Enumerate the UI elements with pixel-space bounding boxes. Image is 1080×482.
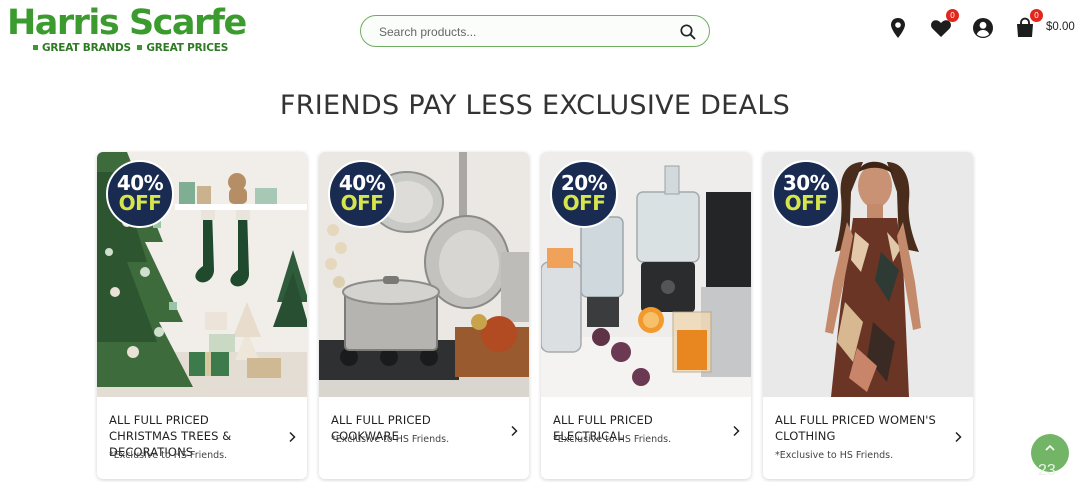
tagline-part-2: GREAT PRICES — [146, 42, 229, 54]
deal-title[interactable]: ALL FULL PRICED WOMEN'S CLOTHING — [775, 412, 945, 444]
search-bar — [360, 15, 710, 47]
chevron-up-icon — [1045, 444, 1055, 451]
tagline-bullet-icon — [137, 45, 143, 50]
deal-card-body: ALL FULL PRICED WOMEN'S CLOTHING *Exclus… — [763, 397, 973, 479]
discount-off-label: OFF — [118, 191, 162, 215]
chevron-right-icon[interactable] — [953, 430, 963, 443]
deal-note: *Exclusive to HS Friends. — [331, 434, 450, 445]
deal-card-womens-clothing[interactable]: 30% OFF ALL FULL PRICED WOMEN'S CLOTHING… — [763, 152, 973, 479]
page-title: FRIENDS PAY LESS EXCLUSIVE DEALS — [279, 90, 791, 121]
tagline-bullet-icon — [33, 45, 38, 50]
discount-badge: 40% OFF — [328, 160, 396, 228]
deal-card-body: ALL FULL PRICED CHRISTMAS TREES & DECORA… — [97, 397, 307, 479]
electrical-appliances-image: 20% OFF — [541, 152, 751, 397]
discount-off-label: OFF — [340, 191, 384, 215]
tagline-part-1: GREAT BRANDS — [42, 42, 131, 54]
wishlist-heart-icon[interactable]: 0 — [929, 9, 959, 40]
cookware-image: 40% OFF — [319, 152, 529, 397]
search-icon[interactable] — [679, 23, 697, 41]
deal-card-christmas[interactable]: 40% OFF ALL FULL PRICED CHRISTMAS TREES … — [97, 152, 307, 479]
search-input[interactable] — [379, 22, 669, 42]
deal-note: *Exclusive to HS Friends. — [775, 450, 894, 461]
womens-clothing-model-image: 30% OFF — [763, 152, 973, 397]
cart-total[interactable]: $0.00 — [1046, 21, 1075, 33]
shopping-bag-icon[interactable]: 0 — [1013, 9, 1043, 40]
discount-badge: 40% OFF — [106, 160, 174, 228]
scroll-indicator-text: 23 — [1038, 462, 1056, 479]
user-account-icon[interactable] — [971, 16, 995, 40]
map-pin-icon[interactable] — [886, 16, 910, 40]
brand-logo[interactable]: Harris Scarfe GREAT BRANDS GREAT PRICES — [7, 5, 247, 57]
christmas-decor-image: 40% OFF — [97, 152, 307, 397]
discount-off-label: OFF — [562, 191, 606, 215]
chevron-right-icon[interactable] — [731, 424, 741, 437]
discount-off-label: OFF — [784, 191, 828, 215]
chevron-right-icon[interactable] — [509, 424, 519, 437]
deal-note: *Exclusive to HS Friends. — [109, 450, 228, 461]
deal-card-cookware[interactable]: 40% OFF ALL FULL PRICED COOKWARE *Exclus… — [319, 152, 529, 479]
logo-tagline: GREAT BRANDS GREAT PRICES — [33, 42, 228, 54]
discount-badge: 20% OFF — [550, 160, 618, 228]
site-header: Harris Scarfe GREAT BRANDS GREAT PRICES … — [0, 0, 1080, 62]
wishlist-count-badge: 0 — [946, 9, 959, 22]
deal-card-body: ALL FULL PRICED COOKWARE *Exclusive to H… — [319, 397, 529, 479]
deal-card-electrical[interactable]: 20% OFF ALL FULL PRICED ELECTRICAL *Excl… — [541, 152, 751, 479]
chevron-right-icon[interactable] — [287, 430, 297, 443]
deal-card-body: ALL FULL PRICED ELECTRICAL *Exclusive to… — [541, 397, 751, 479]
deal-note: *Exclusive to HS Friends. — [553, 434, 672, 445]
cart-count-badge: 0 — [1030, 9, 1043, 22]
logo-wordmark: Harris Scarfe — [7, 3, 247, 43]
discount-badge: 30% OFF — [772, 160, 840, 228]
